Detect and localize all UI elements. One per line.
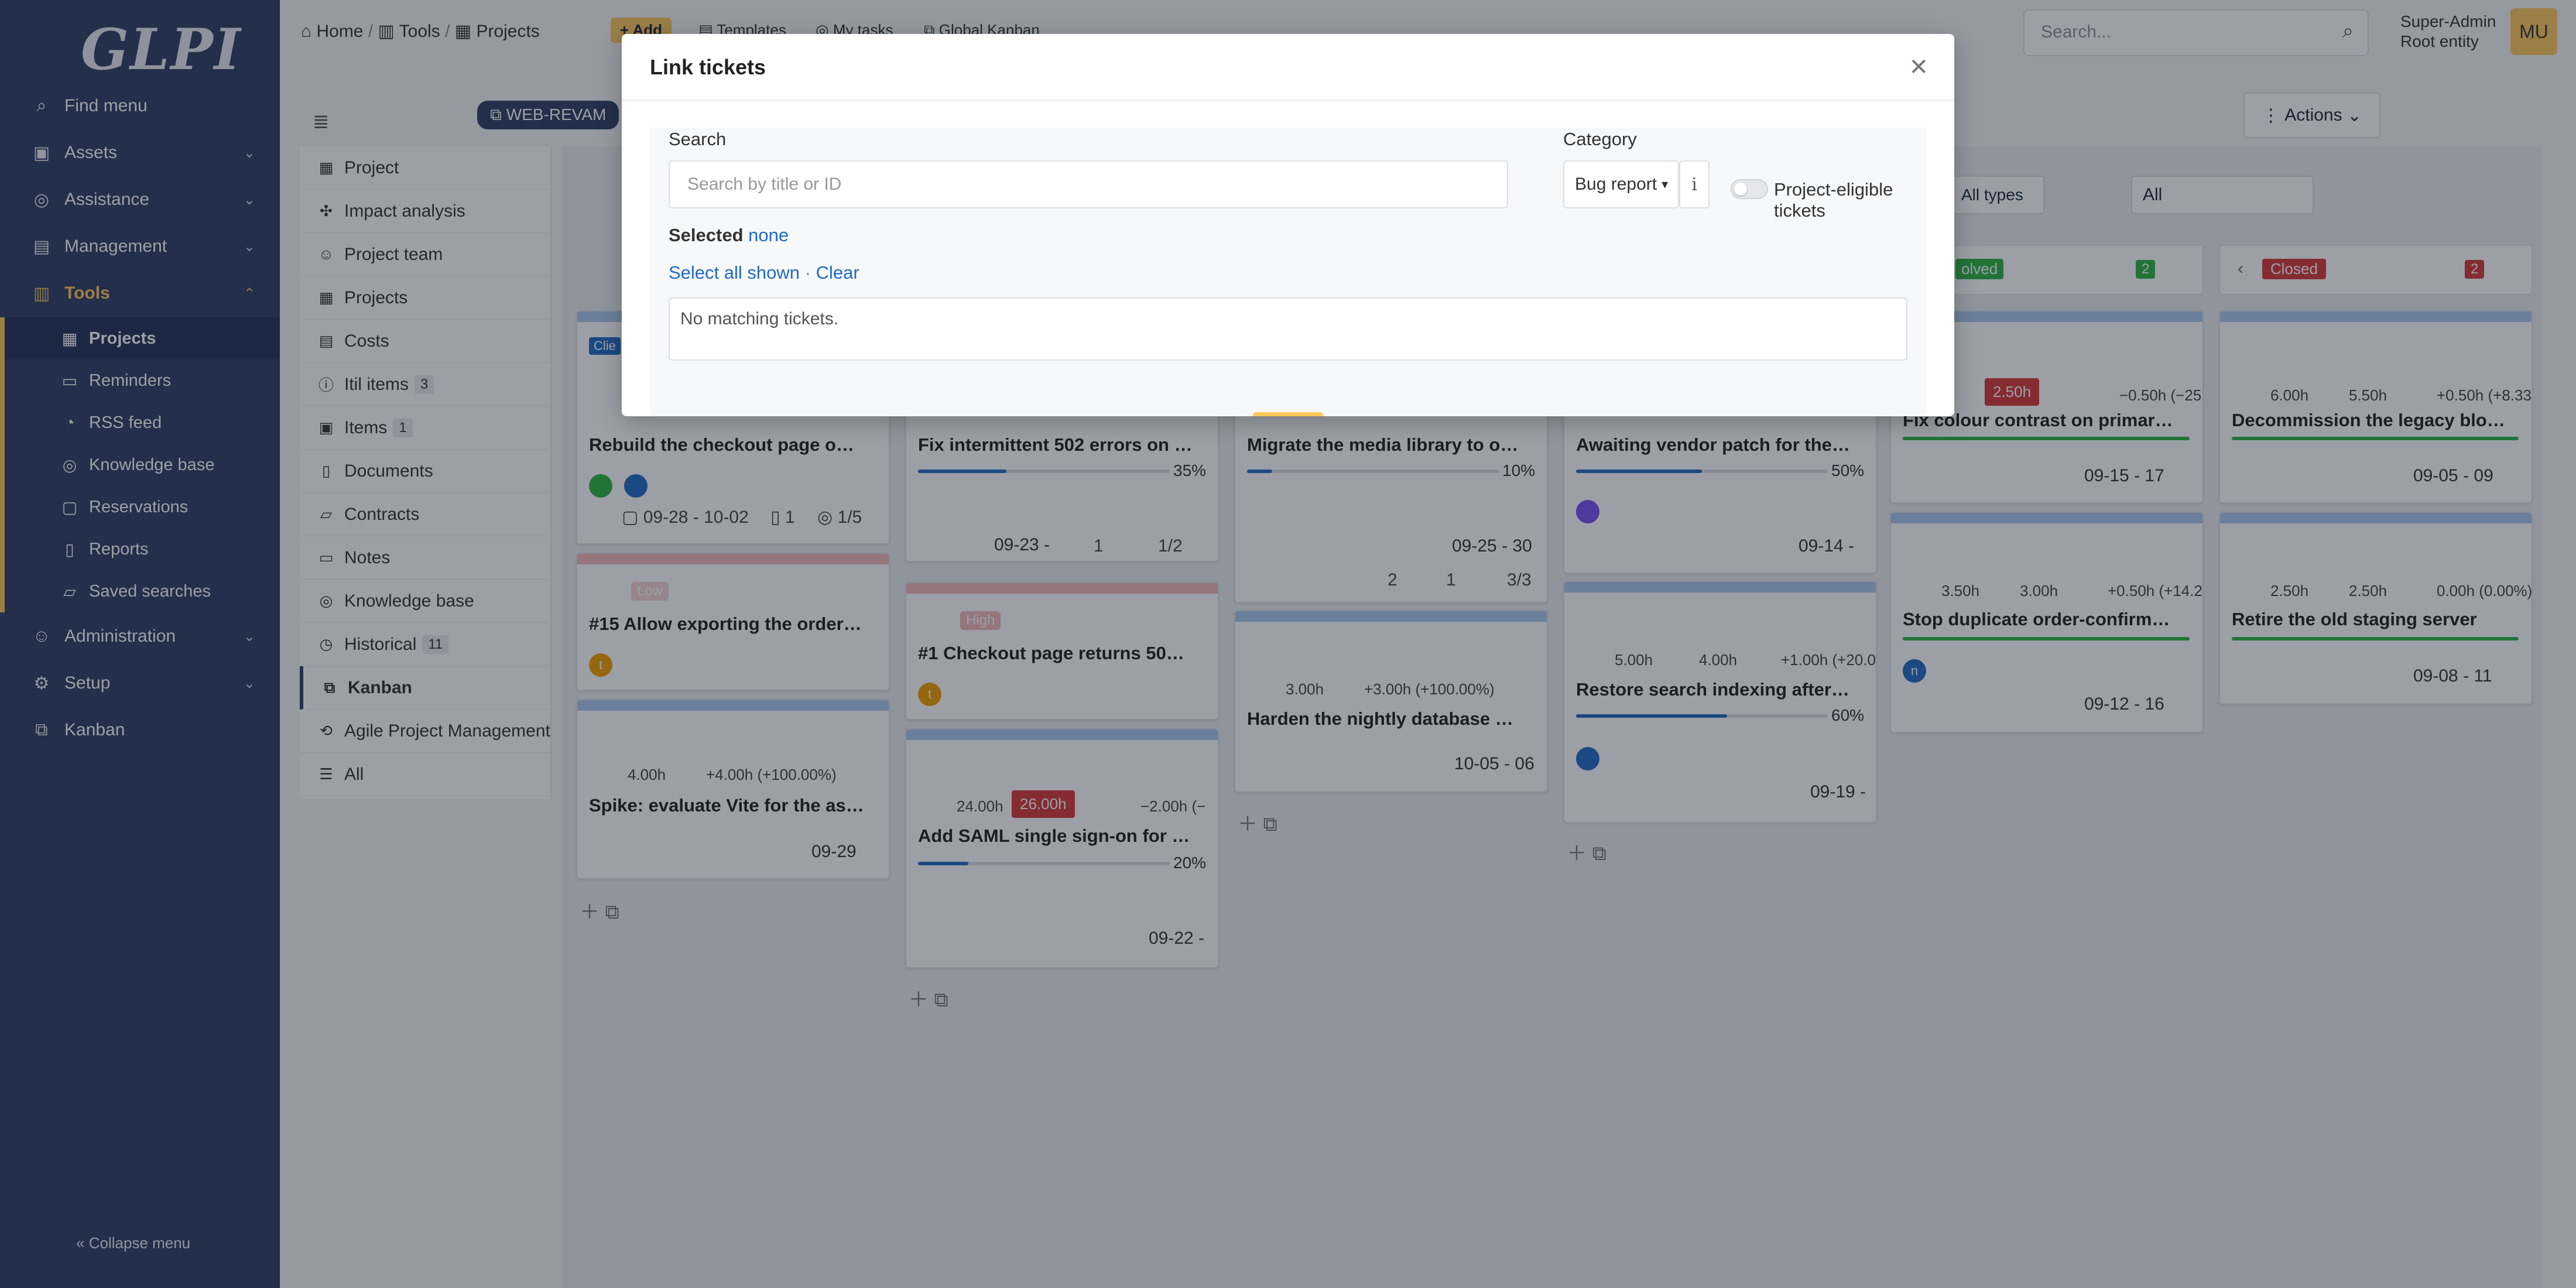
select-all-link[interactable]: Select all shown: [669, 262, 800, 283]
search-placeholder: Search by title or ID: [687, 174, 842, 194]
close-icon[interactable]: ✕: [1909, 54, 1928, 81]
category-select[interactable]: Bug report ▾: [1563, 160, 1679, 208]
modal-header: Link tickets ✕: [622, 34, 1954, 101]
selection-actions: Select all shown · Clear: [669, 262, 859, 283]
link-tickets-modal: Link tickets ✕ Search Search by title or…: [622, 34, 1954, 416]
category-label: Category: [1563, 129, 1637, 149]
search-label: Search: [669, 129, 727, 149]
modal-body: Search Search by title or ID Category Bu…: [650, 128, 1926, 416]
no-results-message: No matching tickets.: [680, 309, 839, 328]
category-value: Bug report: [1575, 174, 1657, 194]
selected-label: Selected: [669, 225, 744, 245]
selected-summary: Selected none: [669, 225, 789, 246]
submit-button[interactable]: [1253, 412, 1323, 416]
clear-link[interactable]: Clear: [816, 262, 859, 283]
caret-down-icon: ▾: [1662, 177, 1669, 191]
info-icon[interactable]: i: [1679, 160, 1710, 208]
ticket-results-list: No matching tickets.: [669, 297, 1907, 361]
selected-value[interactable]: none: [748, 225, 789, 245]
modal-title: Link tickets: [650, 55, 766, 79]
separator: ·: [804, 262, 811, 283]
project-eligible-label: Project-eligible tickets: [1774, 179, 1893, 221]
ticket-search-input[interactable]: Search by title or ID: [669, 160, 1508, 208]
project-eligible-toggle[interactable]: [1731, 179, 1768, 199]
